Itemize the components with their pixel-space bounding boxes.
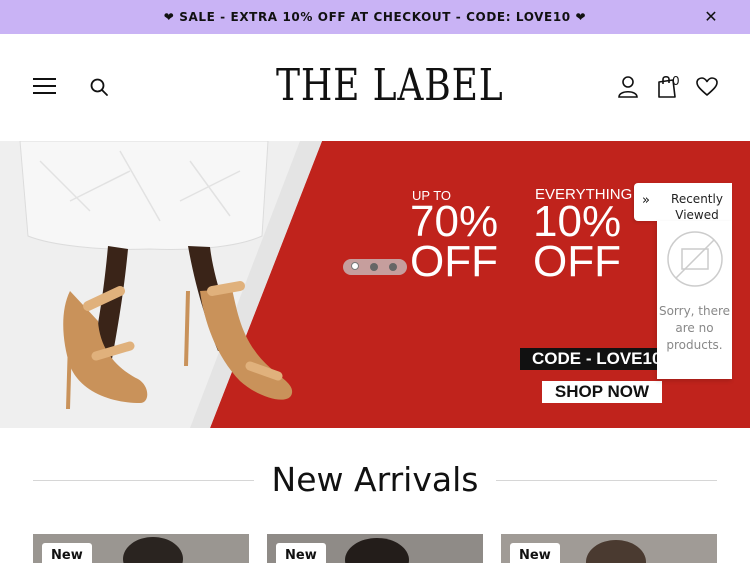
product-card[interactable]: New [267, 534, 483, 563]
slider-dots [343, 259, 407, 275]
shop-now-button[interactable]: SHOP NOW [542, 381, 662, 403]
empty-message: Sorry, there are no products. [658, 304, 731, 352]
new-badge: New [42, 543, 92, 563]
recently-viewed-title: Recently Viewed [671, 192, 723, 222]
site-logo[interactable]: THE LABEL [276, 60, 503, 112]
promo1-off: OFF [410, 237, 498, 286]
user-icon[interactable] [617, 75, 639, 99]
promo-code: CODE - LOVE10 [520, 348, 670, 370]
site-header: THE LABEL 0 [0, 34, 750, 141]
no-image-icon [667, 231, 723, 287]
promo2-off: OFF [533, 237, 621, 286]
new-badge: New [510, 543, 560, 563]
section-title: New Arrivals [271, 460, 479, 499]
double-chevron-icon[interactable]: » [642, 193, 650, 208]
slider-dot[interactable] [351, 262, 359, 270]
heart-icon[interactable] [696, 77, 718, 97]
new-badge: New [276, 543, 326, 563]
close-icon[interactable]: ✕ [702, 8, 720, 26]
announcement-text: ❤ SALE - EXTRA 10% OFF AT CHECKOUT - COD… [163, 10, 587, 24]
slider-dot[interactable] [389, 263, 397, 271]
recently-viewed-panel: Sorry, there are no products. [657, 221, 732, 379]
product-card[interactable]: New [501, 534, 717, 563]
recently-viewed-tab[interactable]: » Recently Viewed [634, 183, 732, 222]
search-icon[interactable] [89, 77, 109, 97]
cart-count: 0 [672, 74, 680, 88]
divider [496, 480, 717, 481]
menu-icon[interactable] [33, 78, 56, 96]
announcement-bar: ❤ SALE - EXTRA 10% OFF AT CHECKOUT - COD… [0, 0, 750, 34]
product-card[interactable]: New [33, 534, 249, 563]
page: ❤ SALE - EXTRA 10% OFF AT CHECKOUT - COD… [0, 0, 750, 563]
divider [33, 480, 254, 481]
slider-dot[interactable] [370, 263, 378, 271]
